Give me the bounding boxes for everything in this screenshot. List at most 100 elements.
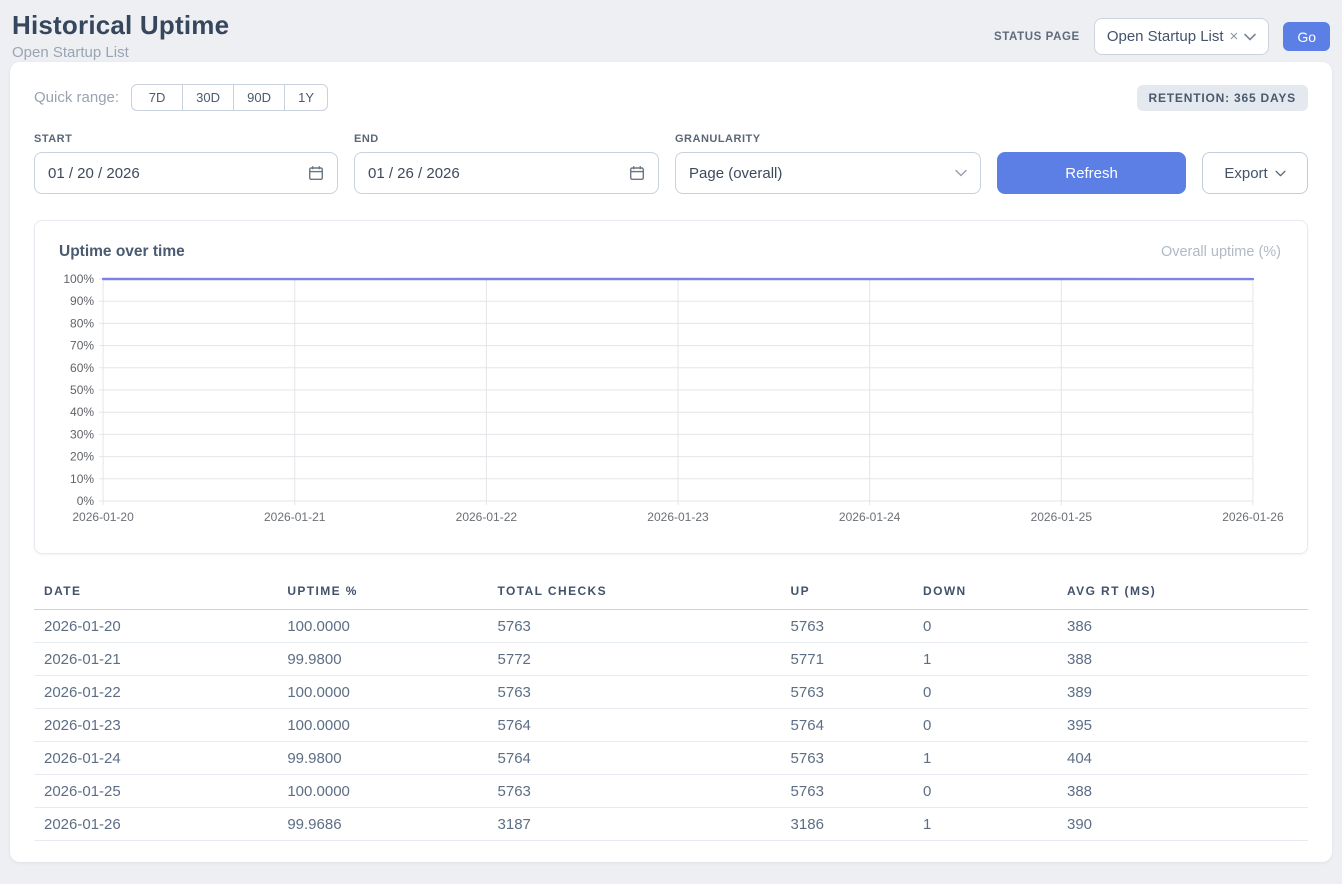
start-date-input[interactable]: 01 / 20 / 2026	[34, 152, 338, 194]
svg-text:70%: 70%	[70, 339, 94, 353]
granularity-select[interactable]: Page (overall)	[675, 152, 981, 194]
status-page-select[interactable]: Open Startup List ×	[1094, 18, 1270, 55]
quick-range-button-90d[interactable]: 90D	[233, 84, 285, 111]
column-header-total-checks: TOTAL CHECKS	[488, 578, 781, 610]
table-cell: 5771	[781, 643, 913, 676]
table-cell: 100.0000	[277, 709, 487, 742]
table-cell: 0	[913, 610, 1057, 643]
table-cell: 3186	[781, 808, 913, 841]
svg-text:40%: 40%	[70, 405, 94, 419]
table-cell: 5763	[781, 742, 913, 775]
table-cell: 5763	[781, 610, 913, 643]
svg-text:2026-01-20: 2026-01-20	[72, 510, 134, 524]
table-cell: 5764	[488, 709, 781, 742]
title-block: Historical Uptime Open Startup List	[12, 10, 229, 61]
uptime-stats-table: DATEUPTIME %TOTAL CHECKSUPDOWNAVG RT (MS…	[34, 578, 1308, 841]
chart-title: Uptime over time	[59, 243, 185, 261]
svg-text:2026-01-25: 2026-01-25	[1031, 510, 1093, 524]
table-row: 2026-01-2699.9686318731861390	[34, 808, 1308, 841]
chevron-down-icon	[1275, 170, 1286, 177]
end-date-input[interactable]: 01 / 26 / 2026	[354, 152, 659, 194]
table-cell: 5763	[781, 775, 913, 808]
granularity-field: GRANULARITY Page (overall)	[675, 133, 981, 194]
table-cell: 0	[913, 709, 1057, 742]
column-header-uptime: UPTIME %	[277, 578, 487, 610]
chevron-down-icon[interactable]	[1244, 33, 1256, 41]
table-cell: 2026-01-20	[34, 610, 277, 643]
svg-text:100%: 100%	[63, 272, 94, 286]
table-cell: 100.0000	[277, 610, 487, 643]
table-cell: 5763	[488, 775, 781, 808]
svg-text:50%: 50%	[70, 383, 94, 397]
svg-text:90%: 90%	[70, 294, 94, 308]
quick-range-button-7d[interactable]: 7D	[131, 84, 183, 111]
svg-text:60%: 60%	[70, 361, 94, 375]
table-cell: 2026-01-23	[34, 709, 277, 742]
go-button[interactable]: Go	[1283, 22, 1330, 51]
calendar-icon[interactable]	[308, 165, 324, 181]
table-cell: 99.9686	[277, 808, 487, 841]
svg-text:20%: 20%	[70, 450, 94, 464]
table-cell: 99.9800	[277, 742, 487, 775]
calendar-icon[interactable]	[629, 165, 645, 181]
svg-text:80%: 80%	[70, 316, 94, 330]
export-button-label: Export	[1224, 165, 1267, 182]
chart-legend-label: Overall uptime (%)	[1161, 244, 1281, 260]
end-date-value: 01 / 26 / 2026	[368, 165, 460, 182]
table-cell: 3187	[488, 808, 781, 841]
table-cell: 1	[913, 742, 1057, 775]
table-cell: 388	[1057, 643, 1308, 676]
column-header-avg-rt-ms: AVG RT (MS)	[1057, 578, 1308, 610]
svg-text:0%: 0%	[77, 494, 95, 508]
uptime-line-chart: 0%10%20%30%40%50%60%70%80%90%100%2026-01…	[53, 271, 1289, 529]
quick-range-button-30d[interactable]: 30D	[182, 84, 234, 111]
column-header-down: DOWN	[913, 578, 1057, 610]
refresh-button[interactable]: Refresh	[997, 152, 1186, 194]
controls-row: START 01 / 20 / 2026 END 01 / 26 / 2026 …	[34, 133, 1308, 194]
svg-text:2026-01-24: 2026-01-24	[839, 510, 901, 524]
table-cell: 100.0000	[277, 676, 487, 709]
table-cell: 5763	[488, 610, 781, 643]
chevron-down-icon	[955, 169, 967, 177]
svg-text:2026-01-26: 2026-01-26	[1222, 510, 1284, 524]
granularity-selected-value: Page (overall)	[689, 165, 782, 182]
granularity-label: GRANULARITY	[675, 133, 981, 145]
table-row: 2026-01-25100.0000576357630388	[34, 775, 1308, 808]
table-cell: 404	[1057, 742, 1308, 775]
table-cell: 5764	[488, 742, 781, 775]
quick-range-group: 7D30D90D1Y	[131, 84, 328, 111]
column-header-date: DATE	[34, 578, 277, 610]
table-cell: 5763	[488, 676, 781, 709]
table-cell: 390	[1057, 808, 1308, 841]
export-button[interactable]: Export	[1202, 152, 1308, 194]
page-subtitle: Open Startup List	[12, 44, 229, 61]
retention-badge: RETENTION: 365 DAYS	[1137, 85, 1308, 111]
clear-icon[interactable]: ×	[1230, 29, 1239, 44]
quick-range-button-1y[interactable]: 1Y	[284, 84, 328, 111]
svg-text:2026-01-22: 2026-01-22	[456, 510, 518, 524]
table-cell: 5764	[781, 709, 913, 742]
table-row: 2026-01-20100.0000576357630386	[34, 610, 1308, 643]
table-row: 2026-01-23100.0000576457640395	[34, 709, 1308, 742]
start-date-value: 01 / 20 / 2026	[48, 165, 140, 182]
end-date-label: END	[354, 133, 659, 145]
table-cell: 2026-01-25	[34, 775, 277, 808]
quick-range-label: Quick range:	[34, 89, 119, 106]
status-page-selected-value: Open Startup List	[1107, 28, 1224, 45]
page-title: Historical Uptime	[12, 10, 229, 41]
table-cell: 395	[1057, 709, 1308, 742]
table-cell: 2026-01-21	[34, 643, 277, 676]
table-cell: 386	[1057, 610, 1308, 643]
table-row: 2026-01-22100.0000576357630389	[34, 676, 1308, 709]
table-cell: 1	[913, 808, 1057, 841]
table-cell: 0	[913, 676, 1057, 709]
table-cell: 2026-01-24	[34, 742, 277, 775]
start-date-field: START 01 / 20 / 2026	[34, 133, 338, 194]
main-panel: Quick range: 7D30D90D1Y RETENTION: 365 D…	[10, 62, 1332, 862]
table-cell: 99.9800	[277, 643, 487, 676]
top-header: Historical Uptime Open Startup List STAT…	[0, 0, 1342, 62]
table-cell: 388	[1057, 775, 1308, 808]
start-date-label: START	[34, 133, 338, 145]
header-right: STATUS PAGE Open Startup List × Go	[994, 18, 1330, 55]
table-row: 2026-01-2199.9800577257711388	[34, 643, 1308, 676]
